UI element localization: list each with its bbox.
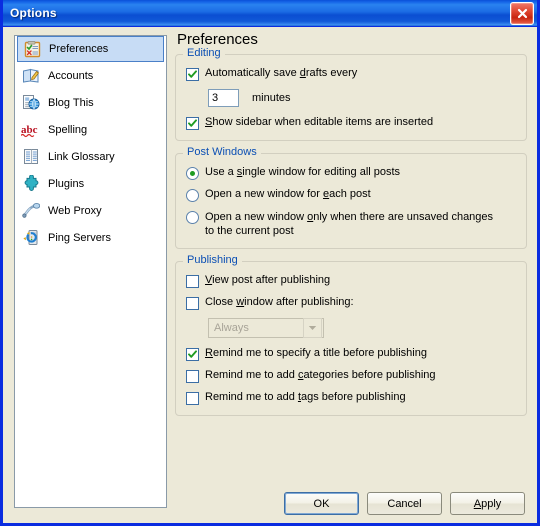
editing-group: Editing Automatically save drafts every … <box>175 47 527 141</box>
remind-tags-checkbox[interactable] <box>186 392 199 405</box>
preferences-pane: Preferences Editing Automatically save d… <box>175 31 527 428</box>
show-sidebar-label: Show sidebar when editable items are ins… <box>205 116 434 128</box>
sidebar-item-link-glossary[interactable]: Link Glossary <box>15 143 166 170</box>
checkmark-icon <box>188 119 197 127</box>
sidebar-item-preferences[interactable]: Preferences <box>17 36 164 62</box>
apply-button[interactable]: Apply <box>450 492 525 515</box>
autosave-minutes-input[interactable] <box>208 89 239 107</box>
remind-categories-row[interactable]: Remind me to add categories before publi… <box>186 369 516 383</box>
remind-categories-checkbox[interactable] <box>186 370 199 383</box>
single-window-radio[interactable] <box>186 167 199 180</box>
view-post-label: View post after publishing <box>205 274 331 286</box>
window-per-post-label: Open a new window for each post <box>205 188 371 200</box>
remind-title-checkbox[interactable] <box>186 348 199 361</box>
dialog-button-bar: OK Cancel Apply <box>284 492 525 515</box>
settings-category-list[interactable]: Preferences Accounts Blog This abc Spell… <box>14 35 167 508</box>
close-window-checkbox[interactable] <box>186 297 199 310</box>
sidebar-item-label: Web Proxy <box>48 204 102 217</box>
close-button[interactable] <box>510 2 534 25</box>
post-windows-group-legend: Post Windows <box>183 146 261 158</box>
single-window-row[interactable]: Use a single window for editing all post… <box>186 166 516 180</box>
chevron-down-icon[interactable] <box>303 318 322 338</box>
remind-title-row[interactable]: Remind me to specify a title before publ… <box>186 347 516 361</box>
view-post-checkbox[interactable] <box>186 275 199 288</box>
sidebar-item-label: Plugins <box>48 177 85 190</box>
autosave-minutes-unit-label: minutes <box>252 92 291 104</box>
list-lines-icon <box>21 147 41 167</box>
radio-dot-icon <box>190 171 195 176</box>
title-bar: Options <box>3 0 537 27</box>
options-dialog-window: Options Preferences Accounts Blog This a… <box>0 0 540 526</box>
editing-group-legend: Editing <box>183 47 225 59</box>
close-window-row[interactable]: Close window after publishing: <box>186 296 516 310</box>
sidebar-item-ping-servers[interactable]: Ping Servers <box>15 224 166 251</box>
sidebar-item-accounts[interactable]: Accounts <box>15 62 166 89</box>
window-on-unsaved-label: Open a new window only when there are un… <box>205 211 494 237</box>
view-post-row[interactable]: View post after publishing <box>186 274 516 288</box>
dialog-body: Preferences Accounts Blog This abc Spell… <box>3 27 537 524</box>
single-window-label: Use a single window for editing all post… <box>205 166 401 178</box>
sidebar-item-label: Preferences <box>49 43 109 55</box>
abc-spellcheck-icon: abc <box>21 120 41 140</box>
book-pencil-icon <box>21 66 41 86</box>
cancel-button[interactable]: Cancel <box>367 492 442 515</box>
close-window-select[interactable]: Always <box>208 318 324 338</box>
close-window-label: Close window after publishing: <box>205 296 354 308</box>
publishing-group: Publishing View post after publishing Cl… <box>175 254 527 416</box>
sidebar-item-plugins[interactable]: Plugins <box>15 170 166 197</box>
checkmark-icon <box>188 350 197 358</box>
sidebar-item-web-proxy[interactable]: Web Proxy <box>15 197 166 224</box>
sidebar-item-blog-this[interactable]: Blog This <box>15 89 166 116</box>
autosave-drafts-checkbox[interactable] <box>186 68 199 81</box>
page-title: Preferences <box>177 31 258 48</box>
sidebar-item-label: Link Glossary <box>48 150 115 163</box>
remind-categories-label: Remind me to add categories before publi… <box>205 369 436 381</box>
window-title: Options <box>10 6 57 20</box>
autosave-interval-row[interactable]: minutes <box>208 89 516 107</box>
checkmark-icon <box>188 70 197 78</box>
remind-title-label: Remind me to specify a title before publ… <box>205 347 427 359</box>
window-per-post-row[interactable]: Open a new window for each post <box>186 188 516 202</box>
sidebar-item-label: Ping Servers <box>48 231 111 244</box>
show-sidebar-row[interactable]: Show sidebar when editable items are ins… <box>186 116 516 130</box>
sidebar-item-label: Accounts <box>48 69 94 82</box>
sidebar-item-label: Blog This <box>48 96 94 109</box>
autosave-drafts-label: Automatically save drafts every <box>205 67 358 79</box>
funnel-pipe-icon <box>21 201 41 221</box>
window-on-unsaved-radio[interactable] <box>186 211 199 224</box>
close-window-select-wrap: Always <box>208 318 516 338</box>
clipboard-checklist-icon <box>22 39 42 59</box>
window-per-post-radio[interactable] <box>186 189 199 202</box>
sidebar-item-label: Spelling <box>48 123 88 136</box>
publishing-group-legend: Publishing <box>183 254 242 266</box>
close-icon <box>517 8 527 19</box>
post-windows-group: Post Windows Use a single window for edi… <box>175 146 527 249</box>
ok-button[interactable]: OK <box>284 492 359 515</box>
remind-tags-label: Remind me to add tags before publishing <box>205 391 406 403</box>
puzzle-piece-icon <box>21 174 41 194</box>
sidebar-item-spelling[interactable]: abc Spelling <box>15 116 166 143</box>
window-on-unsaved-row[interactable]: Open a new window only when there are un… <box>186 210 516 238</box>
document-globe-icon <box>21 93 41 113</box>
server-refresh-icon <box>21 228 41 248</box>
close-window-select-value: Always <box>214 322 249 334</box>
show-sidebar-checkbox[interactable] <box>186 117 199 130</box>
autosave-drafts-row[interactable]: Automatically save drafts every <box>186 67 516 81</box>
remind-tags-row[interactable]: Remind me to add tags before publishing <box>186 391 516 405</box>
